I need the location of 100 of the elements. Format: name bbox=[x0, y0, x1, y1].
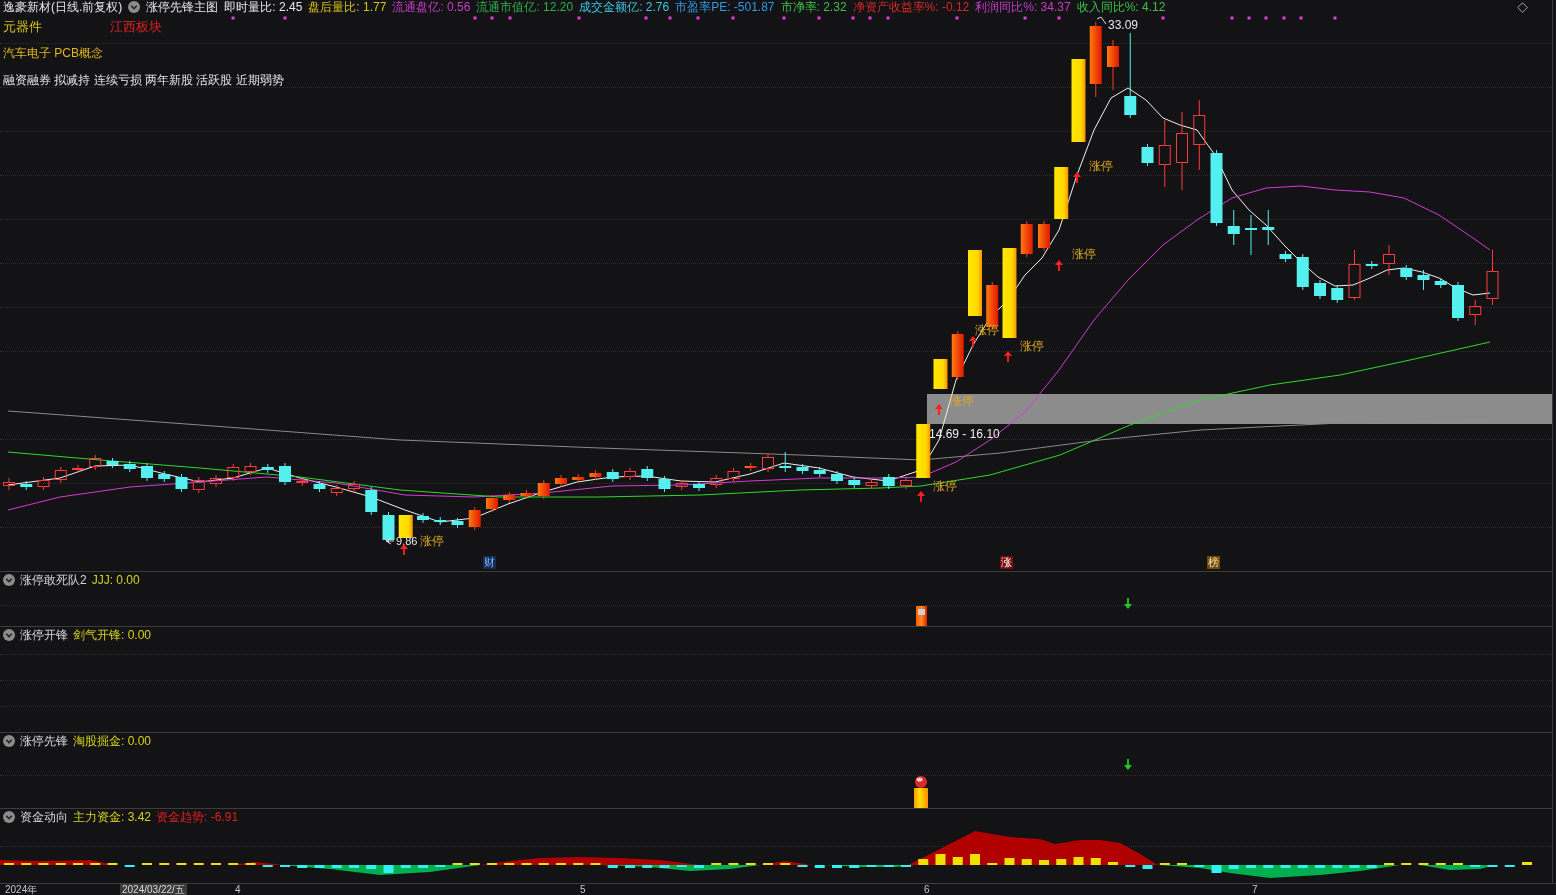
down-arrow-icon bbox=[1124, 598, 1132, 609]
collapse-icon[interactable] bbox=[3, 629, 15, 641]
limit-up-label: 涨停 bbox=[975, 323, 999, 337]
candlestick bbox=[1245, 214, 1257, 256]
candlestick bbox=[933, 359, 948, 389]
indicator-reading: 资金趋势: -6.91 bbox=[156, 810, 239, 824]
stat-reading: 利润同比%: 34.37 bbox=[975, 0, 1071, 14]
candlestick bbox=[365, 486, 378, 516]
candlestick bbox=[727, 467, 740, 483]
candlestick bbox=[227, 463, 240, 482]
candlestick bbox=[900, 476, 912, 490]
candlestick bbox=[1279, 250, 1292, 263]
stat-reading: 盘后量比: 1.77 bbox=[308, 0, 387, 14]
candlestick bbox=[1434, 277, 1447, 289]
candlestick bbox=[520, 489, 533, 500]
stat-reading: 市盈率PE: -501.87 bbox=[675, 0, 775, 14]
candlestick bbox=[779, 451, 792, 473]
candlestick bbox=[1486, 249, 1499, 306]
up-arrow-icon bbox=[917, 491, 925, 502]
sector-tag: 元器件 bbox=[3, 19, 42, 34]
high-price-label: 33.09 bbox=[1108, 18, 1139, 32]
candlestick bbox=[658, 475, 671, 493]
candlestick bbox=[848, 476, 861, 489]
candlestick bbox=[330, 484, 343, 497]
candlestick bbox=[1262, 209, 1275, 246]
candlestick bbox=[1400, 264, 1413, 281]
candlestick bbox=[762, 453, 774, 473]
stat-reading: 即时量比: 2.45 bbox=[224, 0, 303, 14]
candlestick bbox=[693, 480, 705, 492]
up-arrow-icon bbox=[1004, 351, 1012, 362]
candlestick bbox=[89, 454, 102, 471]
axis-year-label: 2024年 bbox=[5, 884, 38, 895]
indicator-name: 涨停先锋 bbox=[20, 734, 68, 748]
candlestick bbox=[1020, 220, 1033, 258]
limit-up-label: 涨停 bbox=[1020, 339, 1044, 353]
candlestick bbox=[1038, 220, 1050, 252]
concept-tags: 汽车电子 PCB概念 bbox=[3, 46, 103, 60]
indicator-reading: 主力资金: 3.42 bbox=[73, 810, 152, 824]
candlestick bbox=[624, 467, 636, 481]
cursor-date-label: 2024/03/22/五 bbox=[120, 884, 187, 895]
candlestick bbox=[744, 462, 757, 472]
candlestick bbox=[451, 517, 464, 529]
stat-reading: 净资产收益率%: -0.12 bbox=[852, 0, 970, 14]
candlestick bbox=[606, 468, 619, 483]
collapse-icon[interactable] bbox=[3, 811, 15, 823]
up-arrow-icon bbox=[1055, 260, 1063, 271]
candlestick bbox=[1365, 260, 1378, 270]
candlestick bbox=[210, 474, 222, 488]
indicator-name: 涨停敢死队2 bbox=[20, 573, 87, 587]
indicator-reading: 剑气开锋: 0.00 bbox=[73, 628, 152, 642]
pointer-arrow-icon bbox=[385, 537, 395, 545]
candlestick bbox=[158, 470, 171, 483]
candlestick bbox=[1383, 244, 1395, 276]
event-marker[interactable]: 榜 bbox=[1207, 556, 1220, 569]
signal-bar bbox=[914, 788, 928, 808]
candlestick bbox=[1158, 119, 1171, 188]
candlestick bbox=[20, 480, 33, 491]
candlestick bbox=[417, 512, 429, 524]
collapse-icon[interactable] bbox=[128, 1, 141, 13]
candlestick bbox=[675, 479, 688, 491]
limit-up-label: 涨停 bbox=[1089, 159, 1113, 173]
candlestick bbox=[796, 463, 809, 475]
candlestick bbox=[589, 469, 602, 481]
indicator-reading: 淘股掘金: 0.00 bbox=[73, 734, 152, 748]
candlestick bbox=[572, 473, 585, 484]
candlestick bbox=[313, 480, 326, 493]
axis-month-label: 6 bbox=[924, 884, 930, 895]
event-marker[interactable]: 财 bbox=[483, 556, 496, 569]
candlestick bbox=[537, 479, 550, 500]
candlestick bbox=[72, 464, 84, 473]
candlestick bbox=[279, 462, 291, 486]
candlestick bbox=[37, 476, 50, 491]
candlestick bbox=[882, 473, 895, 490]
candlestick bbox=[398, 515, 413, 538]
axis-month-label: 7 bbox=[1252, 884, 1258, 895]
candlestick bbox=[1452, 281, 1464, 322]
candlestick bbox=[951, 330, 964, 381]
stat-reading: 成交金额亿: 2.76 bbox=[579, 0, 670, 14]
indicator-name: 资金动向 bbox=[20, 810, 68, 824]
axis-month-label: 5 bbox=[580, 884, 586, 895]
stat-reading: 市净率: 2.32 bbox=[780, 0, 847, 14]
limit-up-label: 涨停 bbox=[933, 479, 957, 493]
signal-bar bbox=[916, 606, 927, 626]
candlestick bbox=[244, 462, 257, 476]
candlestick bbox=[296, 477, 309, 487]
candlestick bbox=[1469, 299, 1482, 326]
diamond-icon[interactable] bbox=[1517, 1, 1528, 13]
candlestick bbox=[141, 462, 153, 482]
up-arrow-icon bbox=[1073, 172, 1081, 183]
event-marker[interactable]: 涨 bbox=[1000, 556, 1013, 569]
candlestick bbox=[106, 457, 119, 469]
candlestick bbox=[1331, 284, 1344, 304]
stat-reading: 流通市值亿: 12.20 bbox=[476, 0, 574, 14]
candlestick bbox=[1054, 167, 1069, 219]
collapse-icon[interactable] bbox=[3, 574, 15, 586]
indicator-name: 涨停先锋主图 bbox=[146, 0, 219, 14]
collapse-icon[interactable] bbox=[3, 735, 15, 747]
up-arrow-icon bbox=[969, 336, 977, 347]
candlestick bbox=[1296, 253, 1309, 291]
indicator-reading: JJJ: 0.00 bbox=[91, 573, 140, 587]
